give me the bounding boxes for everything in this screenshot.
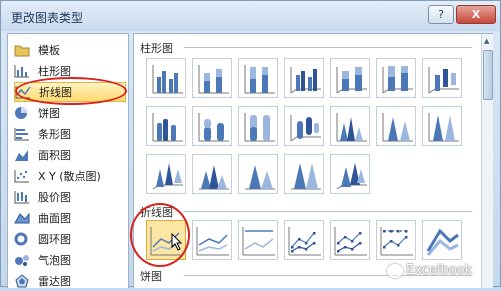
stacked-column-icon[interactable] (192, 58, 232, 98)
sidebar-item-bar[interactable]: 条形图 (14, 124, 126, 144)
help-button[interactable]: ? (428, 5, 454, 24)
section-heading-line: 折线图 (140, 206, 173, 219)
doughnut-chart-icon (14, 232, 30, 246)
sidebar-item-label: 曲面图 (38, 212, 71, 225)
100-stacked-cone-icon[interactable] (422, 106, 462, 146)
area-chart-icon (14, 148, 30, 162)
clustered-pyramid-icon[interactable] (192, 154, 232, 194)
sidebar-item-label: 柱形图 (38, 65, 71, 78)
radar-chart-icon (14, 274, 30, 288)
sidebar-item-area[interactable]: 面积图 (14, 145, 126, 165)
3d-column-icon[interactable] (422, 58, 462, 98)
3d-cone-icon[interactable] (146, 154, 186, 194)
100-stacked-column-icon[interactable] (238, 58, 278, 98)
sidebar-item-label: 模板 (38, 44, 60, 57)
section-heading-pie: 饼图 (140, 270, 162, 283)
stacked-pyramid-icon[interactable] (238, 154, 278, 194)
watermark-logo-icon (387, 264, 403, 278)
dialog-title: 更改图表类型 (11, 11, 84, 25)
folder-icon (14, 43, 30, 57)
sidebar-item-templates[interactable]: 模板 (14, 40, 126, 60)
sidebar-item-label: 面积图 (38, 149, 71, 162)
100-stacked-line-with-markers-icon[interactable] (376, 220, 416, 260)
sidebar-item-label: 折线图 (39, 86, 72, 99)
stacked-line-icon[interactable] (192, 220, 232, 260)
sidebar-item-radar[interactable]: 雷达图 (14, 271, 126, 291)
bubble-chart-icon (14, 253, 30, 267)
sidebar-item-label: 条形图 (38, 128, 71, 141)
column-chart-icon (14, 64, 30, 78)
gallery-scrollbar[interactable]: ▲ (481, 34, 493, 288)
sidebar-item-pie[interactable]: 饼图 (14, 103, 126, 123)
watermark-text: Excelbook (406, 263, 473, 278)
clustered-column-icon[interactable] (146, 58, 186, 98)
section-heading-column: 柱形图 (140, 42, 173, 55)
chart-gallery: 柱形图 折线图 饼图 (133, 33, 493, 288)
section-divider (184, 47, 472, 48)
stacked-cylinder-icon[interactable] (192, 106, 232, 146)
sidebar-item-doughnut[interactable]: 圆环图 (14, 229, 126, 249)
scroll-up-icon[interactable]: ▲ (484, 37, 489, 45)
section-divider (184, 211, 472, 212)
sidebar-item-label: 气泡图 (38, 254, 71, 267)
stacked-cone-icon[interactable] (376, 106, 416, 146)
sidebar-item-surface[interactable]: 曲面图 (14, 208, 126, 228)
sidebar-item-label: 饼图 (38, 107, 60, 120)
3d-pyramid-icon[interactable] (330, 154, 370, 194)
100-stacked-pyramid-icon[interactable] (284, 154, 324, 194)
sidebar-item-scatter[interactable]: X Y (散点图) (14, 166, 126, 186)
3d-clustered-column-icon[interactable] (284, 58, 324, 98)
3d-line-icon[interactable] (422, 220, 462, 260)
3d-stacked-column-icon[interactable] (330, 58, 370, 98)
sidebar-item-column[interactable]: 柱形图 (14, 61, 126, 81)
surface-chart-icon (14, 211, 30, 225)
mouse-cursor-icon (171, 233, 183, 251)
sidebar-item-stock[interactable]: 股价图 (14, 187, 126, 207)
3d-100-stacked-column-icon[interactable] (376, 58, 416, 98)
sidebar-item-label: 股价图 (38, 191, 71, 204)
scrollbar-thumb[interactable] (483, 50, 493, 100)
sidebar-item-label: 圆环图 (38, 233, 71, 246)
scatter-chart-icon (14, 169, 30, 183)
100-stacked-line-icon[interactable] (238, 220, 278, 260)
change-chart-type-dialog: 更改图表类型 ? X 模板 柱形图 折线图 饼图 条形图 面积图 X Y (散点… (0, 0, 501, 288)
pie-chart-icon (14, 106, 30, 120)
line-chart-icon (15, 85, 31, 99)
bar-chart-icon (14, 127, 30, 141)
sidebar-item-line[interactable]: 折线图 (14, 82, 126, 102)
stock-chart-icon (14, 190, 30, 204)
clustered-cylinder-icon[interactable] (146, 106, 186, 146)
clustered-cone-icon[interactable] (330, 106, 370, 146)
sidebar-item-label: X Y (散点图) (38, 170, 101, 183)
line-with-markers-icon[interactable] (284, 220, 324, 260)
100-stacked-cylinder-icon[interactable] (238, 106, 278, 146)
title-bar[interactable]: 更改图表类型 ? X (1, 1, 500, 31)
stacked-line-with-markers-icon[interactable] (330, 220, 370, 260)
chart-category-list: 模板 柱形图 折线图 饼图 条形图 面积图 X Y (散点图) 股价图 曲面图 … (7, 33, 129, 288)
sidebar-item-bubble[interactable]: 气泡图 (14, 250, 126, 270)
close-button[interactable]: X (456, 5, 496, 24)
3d-cylinder-icon[interactable] (284, 106, 324, 146)
